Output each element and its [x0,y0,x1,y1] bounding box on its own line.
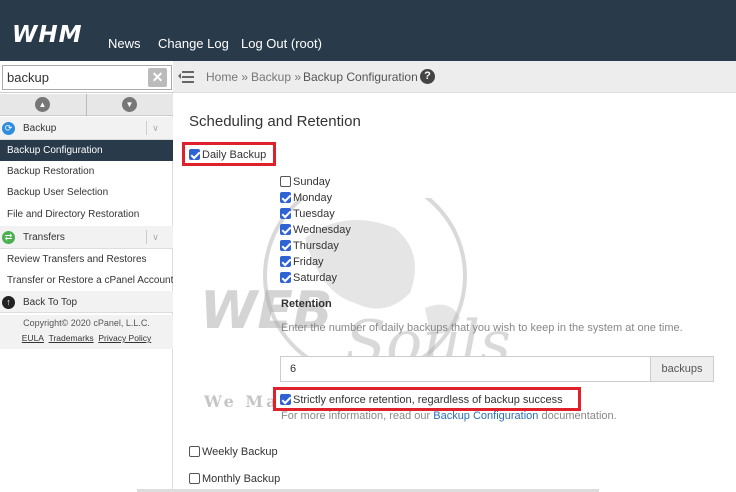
friday-checkbox[interactable] [280,256,291,267]
back-to-top-label: Back To Top [23,297,78,308]
sidebar-item-backup-user-selection[interactable]: Backup User Selection [0,182,173,203]
backup-icon: ⟳ [2,122,15,135]
breadcrumb-current: Backup Configuration [303,70,418,84]
day-label: Wednesday [293,224,351,236]
divider [86,94,87,116]
thursday-checkbox[interactable] [280,240,291,251]
retention-unit: backups [650,356,714,382]
sidebar-item-review-transfers[interactable]: Review Transfers and Restores [0,249,173,270]
day-label: Friday [293,256,324,268]
sidebar: ✕ ▲ ▼ ⟳ Backup ∨ Backup Configuration Ba… [0,61,173,492]
section-label: Backup [23,123,57,134]
chevron-down-icon[interactable]: ∨ [146,230,164,244]
wednesday-checkbox[interactable] [280,224,291,235]
breadcrumb-home[interactable]: Home » [206,70,248,84]
saturday-checkbox[interactable] [280,272,291,283]
monthly-backup-label: Monthly Backup [202,473,281,485]
trademarks-link[interactable]: Trademarks [49,333,94,343]
tuesday-checkbox[interactable] [280,208,291,219]
info-suffix: documentation. [541,410,617,422]
privacy-policy-link[interactable]: Privacy Policy [98,333,151,343]
copyright-text: Copyright© 2020 cPanel, L.L.C. [23,318,150,328]
arrow-up-icon: ↑ [2,296,15,309]
monthly-backup-checkbox[interactable] [189,473,200,484]
section-label: Transfers [23,232,65,243]
sidebar-item-transfer-restore-account[interactable]: Transfer or Restore a cPanel Account [0,270,173,291]
strict-retention-label: Strictly enforce retention, regardless o… [293,394,563,406]
retention-count-input[interactable]: 6 [280,356,651,382]
clear-search-icon[interactable]: ✕ [148,68,167,87]
breadcrumb-backup[interactable]: Backup » [251,70,301,84]
sidebar-item-backup-restoration[interactable]: Backup Restoration [0,161,173,182]
strict-retention-checkbox[interactable] [280,394,291,405]
info-prefix: For more information, read our [281,410,431,422]
daily-backup-label: Daily Backup [202,149,267,161]
collapse-up-icon[interactable]: ▲ [35,97,50,112]
nav-log-out[interactable]: Log Out (root) [241,36,322,51]
day-label: Monday [293,192,333,204]
eula-link[interactable]: EULA [22,333,44,343]
main-content: Scheduling and Retention Daily Backup Su… [174,94,736,492]
menu-toggle-icon[interactable] [178,70,194,83]
retention-heading: Retention [281,298,332,310]
sidebar-item-file-directory-restoration[interactable]: File and Directory Restoration [0,204,173,225]
collapse-controls: ▲ ▼ [0,94,173,116]
info-text: For more information, read our Backup Co… [281,410,617,422]
sidebar-section-transfers[interactable]: ⇄ Transfers ∨ [0,226,173,249]
transfers-icon: ⇄ [2,231,15,244]
top-bar: WHM News Change Log Log Out (root) [0,0,736,61]
backup-configuration-doc-link[interactable]: Backup Configuration [433,410,538,422]
page-title: Scheduling and Retention [189,113,361,130]
sidebar-search: ✕ [0,61,173,93]
chevron-down-icon[interactable]: ∨ [146,121,164,135]
weekly-backup-label: Weekly Backup [202,446,278,458]
search-input[interactable] [2,65,172,90]
nav-news[interactable]: News [108,36,141,51]
whm-logo[interactable]: WHM [12,22,83,48]
breadcrumb: Home » Backup » Backup Configuration ? [173,61,736,93]
retention-description: Enter the number of daily backups that y… [281,322,683,334]
monday-checkbox[interactable] [280,192,291,203]
nav-change-log[interactable]: Change Log [158,36,229,51]
weekly-backup-checkbox[interactable] [189,446,200,457]
day-label: Saturday [293,272,338,284]
expand-down-icon[interactable]: ▼ [122,97,137,112]
back-to-top[interactable]: ↑ Back To Top [0,291,173,313]
footer-links: EULA Trademarks Privacy Policy [0,333,173,343]
help-icon[interactable]: ? [420,69,435,84]
day-label: Tuesday [293,208,335,220]
day-label: Sunday [293,176,331,188]
day-label: Thursday [293,240,339,252]
copyright-block: Copyright© 2020 cPanel, L.L.C. EULA Trad… [0,315,173,349]
daily-backup-checkbox[interactable] [189,149,200,160]
sunday-checkbox[interactable] [280,176,291,187]
sidebar-section-backup[interactable]: ⟳ Backup ∨ [0,117,173,140]
sidebar-item-backup-configuration[interactable]: Backup Configuration [0,140,173,161]
